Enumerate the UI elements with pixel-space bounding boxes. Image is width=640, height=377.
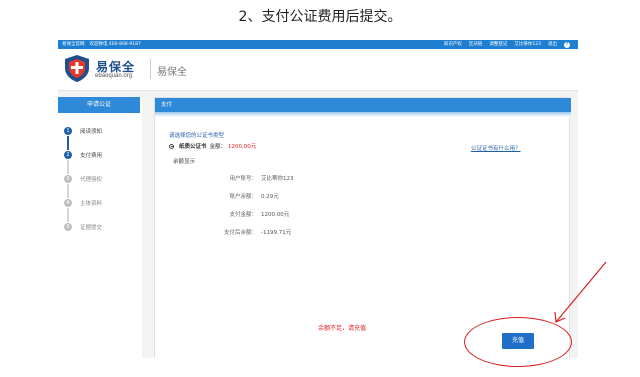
balance-value: 0.29元 — [261, 194, 279, 200]
step-submit-evidence[interactable]: 5 证据提交 — [64, 222, 102, 232]
cert-option-paper[interactable]: 纸质公证书 金额： 1200.00元 — [169, 142, 256, 150]
cert-amount-label: 金额： — [209, 144, 227, 150]
step-connector — [67, 208, 69, 222]
step-pay-fee[interactable]: 2 支付费用 — [64, 150, 102, 160]
balance-title: 余额显示 — [173, 159, 196, 165]
pay-amount-label: 支付金额： — [229, 212, 257, 218]
insufficient-balance-warning: 余额不足，请充值 — [318, 325, 367, 332]
panel-header-shadow — [155, 112, 571, 117]
choose-cert-type-label: 请选择您的公证书类型 — [169, 133, 225, 139]
topbar-link-ip[interactable]: 知识产权 — [444, 40, 462, 49]
step-number: 4 — [64, 199, 72, 207]
step-connector — [67, 184, 69, 198]
account-value: 艾比蒂你123 — [261, 176, 294, 182]
step-number: 1 — [64, 127, 72, 135]
brand-text: 易保全 — [157, 67, 187, 78]
step-number: 2 — [64, 151, 72, 159]
caption: 2、支付公证费用后提交。 — [238, 9, 402, 25]
step-proxy-authorization[interactable]: 3 代理授权 — [64, 174, 102, 184]
header-divider — [150, 59, 151, 79]
panel-title: 支付 — [155, 98, 571, 112]
topbar-link-blockchain[interactable]: 区块链 — [469, 40, 483, 49]
step-label: 证据提交 — [80, 225, 103, 231]
header: 易保全 ebaoquan.org 易保全 — [58, 49, 578, 91]
top-bar: 易保全官网 欢迎致电 400-808-9187 知识产权 区块链 调整登记 艾比… — [58, 40, 578, 49]
cert-name: 纸质公证书 — [179, 144, 207, 150]
sidebar: 申请公证 1 阅读须知 2 支付费用 3 代理授权 4 主体资料 5 证据提交 — [58, 97, 142, 358]
step-label: 阅读须知 — [80, 129, 103, 135]
step-label: 代理授权 — [80, 177, 103, 183]
balance-label: 账户余额： — [229, 194, 257, 200]
shield-logo-icon — [65, 55, 89, 82]
pay-amount-value: 1200.00元 — [261, 212, 290, 218]
step-connector — [67, 136, 69, 150]
step-connector — [67, 160, 69, 174]
logout-link[interactable]: 退出 — [548, 40, 557, 49]
account-label: 用户账号： — [229, 176, 257, 182]
sidebar-title: 申请公证 — [58, 97, 140, 113]
after-pay-balance-value: -1199.71元 — [261, 230, 292, 236]
step-read-notice[interactable]: 1 阅读须知 — [64, 126, 102, 136]
hotline-text: 欢迎致电 400-808-9187 — [89, 42, 141, 47]
step-entity-info[interactable]: 4 主体资料 — [64, 198, 102, 208]
page: 2、支付公证费用后提交。 易保全官网 欢迎致电 400-808-9187 知识产… — [0, 0, 640, 377]
step-label: 支付费用 — [80, 153, 103, 159]
annotation-ellipse — [464, 317, 572, 367]
radio-selected-icon[interactable] — [169, 143, 174, 149]
after-pay-balance-label: 支付后余额： — [223, 230, 257, 236]
site-name-link[interactable]: 易保全官网 — [62, 40, 85, 49]
screenshot: 易保全官网 欢迎致电 400-808-9187 知识产权 区块链 调整登记 艾比… — [58, 40, 578, 358]
cert-help-link[interactable]: 公证证书有什么用？ — [471, 144, 521, 152]
logo[interactable]: 易保全 ebaoquan.org — [62, 53, 146, 85]
logo-domain: ebaoquan.org — [95, 73, 133, 79]
help-icon[interactable]: ? — [564, 41, 570, 48]
user-name[interactable]: 艾比蒂你123 — [514, 40, 541, 49]
step-number: 5 — [64, 223, 72, 231]
topbar-link-registration[interactable]: 调整登记 — [489, 40, 507, 49]
step-label: 主体资料 — [80, 201, 103, 207]
cert-amount: 1200.00元 — [228, 144, 257, 150]
step-number: 3 — [64, 175, 72, 183]
